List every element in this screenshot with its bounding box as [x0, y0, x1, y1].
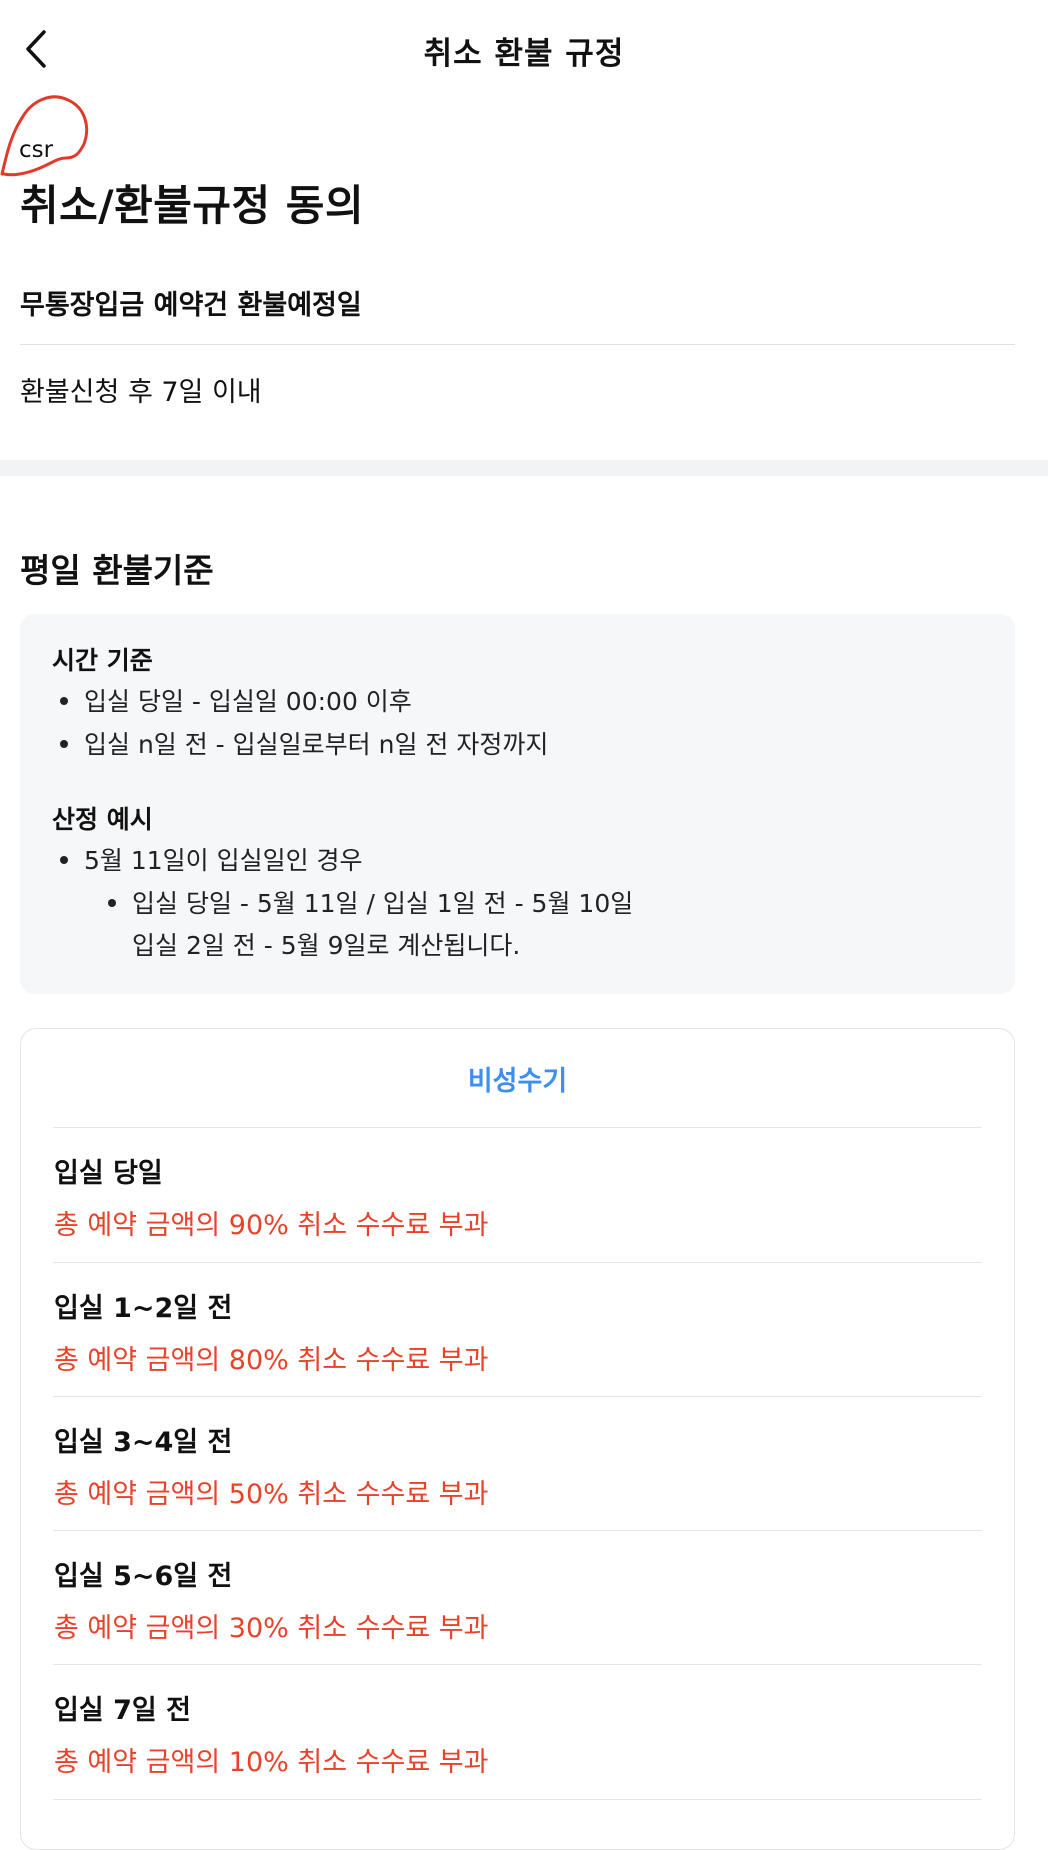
section-separator — [0, 460, 1048, 476]
divider — [20, 344, 1015, 345]
rate-label: 입실 5~6일 전 — [54, 1561, 233, 1592]
time-basis-item: 입실 n일 전 - 입실일로부터 n일 전 자정까지 — [84, 730, 549, 759]
bullet — [60, 697, 68, 705]
rate-label: 입실 3~4일 전 — [54, 1427, 233, 1458]
example-detail: 입실 2일 전 - 5월 9일로 계산됩니다. — [132, 931, 521, 960]
bullet — [108, 899, 116, 907]
divider — [53, 1396, 982, 1397]
deposit-refund-heading: 무통장입금 예약건 환불예정일 — [20, 290, 362, 321]
rate-description: 총 예약 금액의 90% 취소 수수료 부과 — [54, 1210, 489, 1241]
weekday-refund-title: 평일 환불기준 — [20, 551, 214, 590]
bullet — [60, 856, 68, 864]
example-item: 5월 11일이 입실일인 경우 — [84, 846, 363, 875]
rate-description: 총 예약 금액의 30% 취소 수수료 부과 — [54, 1613, 489, 1644]
rate-label: 입실 1~2일 전 — [54, 1293, 233, 1324]
refund-criteria-box: 시간 기준 입실 당일 - 입실일 00:00 이후 입실 n일 전 - 입실일… — [20, 614, 1015, 994]
rate-label: 입실 7일 전 — [54, 1695, 191, 1726]
deposit-refund-text: 환불신청 후 7일 이내 — [20, 377, 262, 408]
example-label: 산정 예시 — [52, 805, 153, 834]
divider — [53, 1664, 982, 1665]
bullet — [60, 740, 68, 748]
annotation-circle — [0, 95, 89, 177]
annotation-text: csr — [19, 137, 54, 163]
off-season-rates-card: 비성수기 입실 당일 총 예약 금액의 90% 취소 수수료 부과 입실 1~2… — [20, 1028, 1015, 1850]
rate-description: 총 예약 금액의 50% 취소 수수료 부과 — [54, 1479, 489, 1510]
rate-label: 입실 당일 — [54, 1158, 163, 1189]
divider — [53, 1799, 982, 1800]
top-bar: 취소 환불 규정 — [0, 0, 1048, 100]
time-basis-item: 입실 당일 - 입실일 00:00 이후 — [84, 687, 412, 716]
header-title: 취소 환불 규정 — [423, 36, 625, 72]
divider — [53, 1127, 982, 1128]
rate-description: 총 예약 금액의 80% 취소 수수료 부과 — [54, 1345, 489, 1376]
divider — [53, 1530, 982, 1531]
rate-description: 총 예약 금액의 10% 취소 수수료 부과 — [54, 1747, 489, 1778]
example-detail: 입실 당일 - 5월 11일 / 입실 1일 전 - 5월 10일 — [132, 889, 634, 918]
page-title: 취소/환불규정 동의 — [20, 181, 365, 230]
time-basis-label: 시간 기준 — [52, 646, 153, 675]
off-season-heading: 비성수기 — [467, 1066, 568, 1097]
divider — [53, 1262, 982, 1263]
